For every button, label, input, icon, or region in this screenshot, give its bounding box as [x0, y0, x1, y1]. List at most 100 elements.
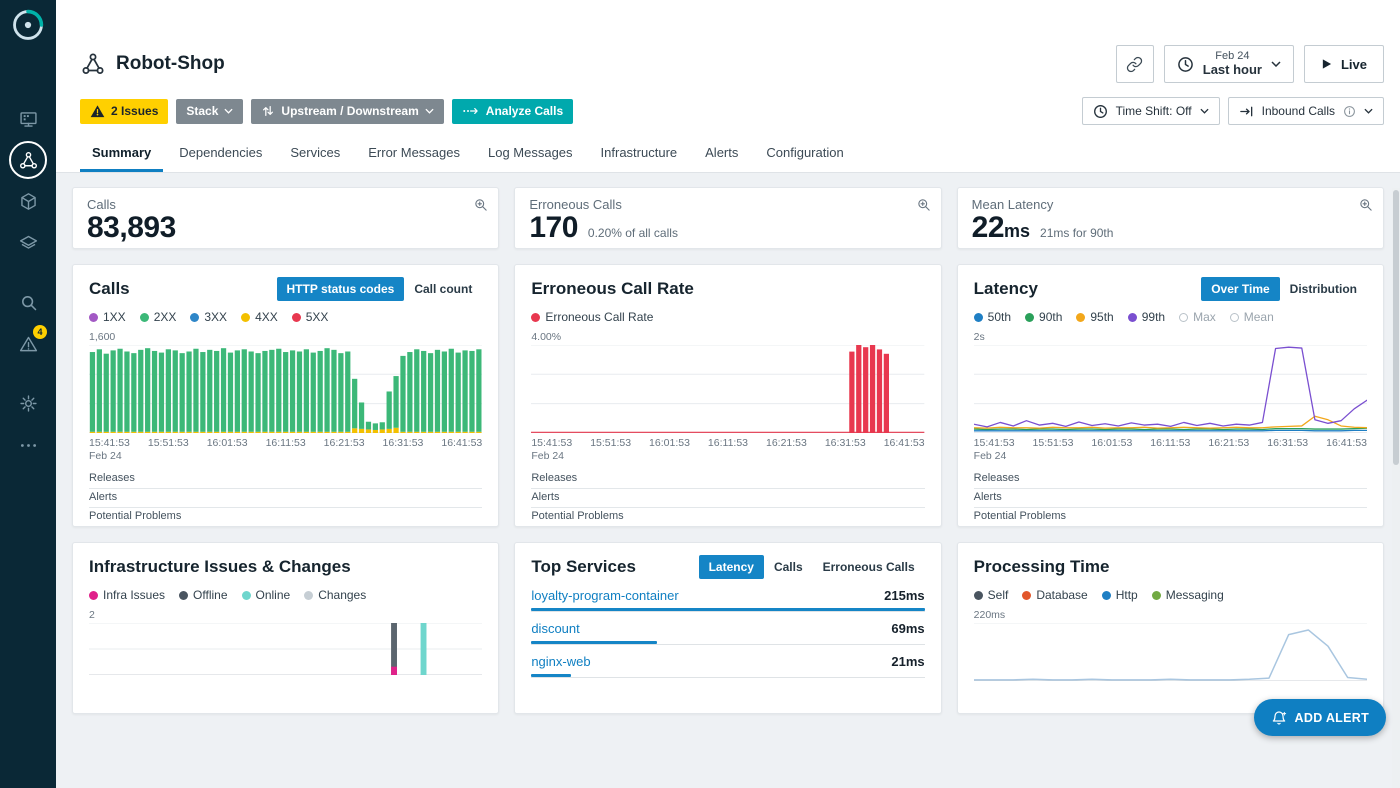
zoom-button[interactable] [916, 197, 931, 215]
tab-summary[interactable]: Summary [80, 134, 163, 172]
y-axis-label: 4.00% [531, 331, 924, 343]
y-axis-label: 2 [89, 609, 482, 621]
analyze-calls-button[interactable]: Analyze Calls [452, 99, 573, 124]
legend-item[interactable]: 4XX [241, 310, 278, 324]
nav-websites[interactable] [8, 99, 48, 139]
scrollbar-thumb[interactable] [1393, 190, 1399, 465]
legend-item[interactable]: 50th [974, 310, 1011, 324]
service-link[interactable]: nginx-web [531, 654, 590, 669]
magnifier-icon [1358, 197, 1373, 212]
nav-analytics[interactable] [8, 282, 48, 322]
service-link[interactable]: loyalty-program-container [531, 588, 678, 603]
legend-dot [1179, 313, 1188, 322]
event-row[interactable]: Alerts [974, 489, 1367, 508]
nav-infrastructure[interactable] [8, 223, 48, 263]
x-axis-tick: 16:01:53 [649, 437, 690, 463]
stack-button[interactable]: Stack [176, 99, 243, 124]
legend-item[interactable]: 1XX [89, 310, 126, 324]
legend-item[interactable]: Erroneous Call Rate [531, 310, 653, 324]
issues-badge[interactable]: 2 Issues [80, 99, 168, 124]
tab-alerts[interactable]: Alerts [693, 134, 750, 172]
calls-bar-chart[interactable] [89, 345, 482, 433]
add-alert-button[interactable]: ADD ALERT [1254, 699, 1386, 736]
x-axis-tick: 16:21:53 [766, 437, 807, 463]
error-rate-chart[interactable] [531, 345, 924, 433]
vertical-scrollbar[interactable] [1392, 188, 1400, 788]
card-title: Calls [89, 279, 130, 299]
time-shift-dropdown[interactable]: Time Shift: Off [1082, 97, 1220, 125]
legend-item[interactable]: 5XX [292, 310, 329, 324]
legend-label: Online [256, 588, 291, 602]
nav-more[interactable] [8, 425, 48, 465]
processing-time-chart[interactable] [974, 623, 1367, 681]
legend-item[interactable]: 90th [1025, 310, 1062, 324]
toggle-http-status-codes[interactable]: HTTP status codes [277, 277, 405, 301]
legend-item[interactable]: Mean [1230, 310, 1274, 324]
upstream-downstream-button[interactable]: Upstream / Downstream [251, 99, 443, 124]
service-link[interactable]: discount [531, 621, 579, 636]
dashboard-content: Calls 83,893 Erroneous Calls 170 0.20% o… [56, 173, 1400, 788]
legend-item[interactable]: 95th [1076, 310, 1113, 324]
calls-legend: 1XX 2XX 3XX 4XX 5XX [89, 308, 482, 326]
stat-label: Erroneous Calls [529, 197, 926, 212]
live-button[interactable]: Live [1304, 45, 1384, 83]
legend-item[interactable]: Offline [179, 588, 227, 602]
nav-events[interactable]: 4 [8, 324, 48, 364]
toggle-calls[interactable]: Calls [764, 555, 813, 579]
inbound-calls-dropdown[interactable]: Inbound Calls [1228, 97, 1384, 125]
toggle-over-time[interactable]: Over Time [1201, 277, 1279, 301]
toggle-call-count[interactable]: Call count [404, 277, 482, 301]
legend-item[interactable]: 3XX [190, 310, 227, 324]
x-axis-tick: 16:01:53 [1091, 437, 1132, 463]
stat-subtext: 0.20% of all calls [588, 226, 678, 240]
card-title: Infrastructure Issues & Changes [89, 557, 351, 577]
nav-services[interactable] [8, 181, 48, 221]
event-row[interactable]: Alerts [89, 489, 482, 508]
event-row[interactable]: Potential Problems [531, 508, 924, 527]
toggle-distribution[interactable]: Distribution [1280, 277, 1367, 301]
service-row: nginx-web21ms [531, 654, 924, 678]
infra-events-chart[interactable] [89, 623, 482, 675]
toggle-erroneous-calls[interactable]: Erroneous Calls [813, 555, 925, 579]
event-row[interactable]: Releases [89, 470, 482, 489]
legend-item[interactable]: Self [974, 588, 1009, 602]
zoom-button[interactable] [1358, 197, 1373, 215]
event-row[interactable]: Potential Problems [974, 508, 1367, 527]
cube-icon [18, 191, 39, 212]
legend-item[interactable]: Messaging [1152, 588, 1224, 602]
page-header: Robot-Shop Feb 24 Last hour Live 2 [56, 0, 1400, 173]
legend-item[interactable]: Max [1179, 310, 1216, 324]
legend-item[interactable]: Infra Issues [89, 588, 165, 602]
tab-configuration[interactable]: Configuration [754, 134, 855, 172]
sidebar: 4 [0, 0, 56, 788]
legend-dot [292, 313, 301, 322]
instana-logo[interactable] [11, 8, 45, 42]
tab-services[interactable]: Services [278, 134, 352, 172]
toggle-latency[interactable]: Latency [699, 555, 764, 579]
legend-label: 4XX [255, 310, 278, 324]
share-link-button[interactable] [1116, 45, 1154, 83]
legend-item[interactable]: 99th [1128, 310, 1165, 324]
inbound-calls-icon [1239, 104, 1254, 119]
zoom-button[interactable] [473, 197, 488, 215]
tab-dependencies[interactable]: Dependencies [167, 134, 274, 172]
nav-applications[interactable] [9, 141, 47, 179]
legend-label: Self [988, 588, 1009, 602]
event-row[interactable]: Alerts [531, 489, 924, 508]
tab-log-messages[interactable]: Log Messages [476, 134, 585, 172]
event-row[interactable]: Releases [531, 470, 924, 489]
time-range-picker[interactable]: Feb 24 Last hour [1164, 45, 1294, 83]
legend-item[interactable]: Http [1102, 588, 1138, 602]
event-row[interactable]: Potential Problems [89, 508, 482, 527]
nav-settings[interactable] [8, 383, 48, 423]
event-row[interactable]: Releases [974, 470, 1367, 489]
tab-error-messages[interactable]: Error Messages [356, 134, 472, 172]
legend-item[interactable]: 2XX [140, 310, 177, 324]
legend-item[interactable]: Database [1022, 588, 1087, 602]
top-services-card: Top Services Latency Calls Erroneous Cal… [514, 542, 941, 714]
tab-infrastructure[interactable]: Infrastructure [589, 134, 690, 172]
event-rows: ReleasesAlertsPotential Problems [974, 470, 1367, 527]
legend-item[interactable]: Online [242, 588, 291, 602]
legend-item[interactable]: Changes [304, 588, 366, 602]
latency-line-chart[interactable] [974, 345, 1367, 433]
